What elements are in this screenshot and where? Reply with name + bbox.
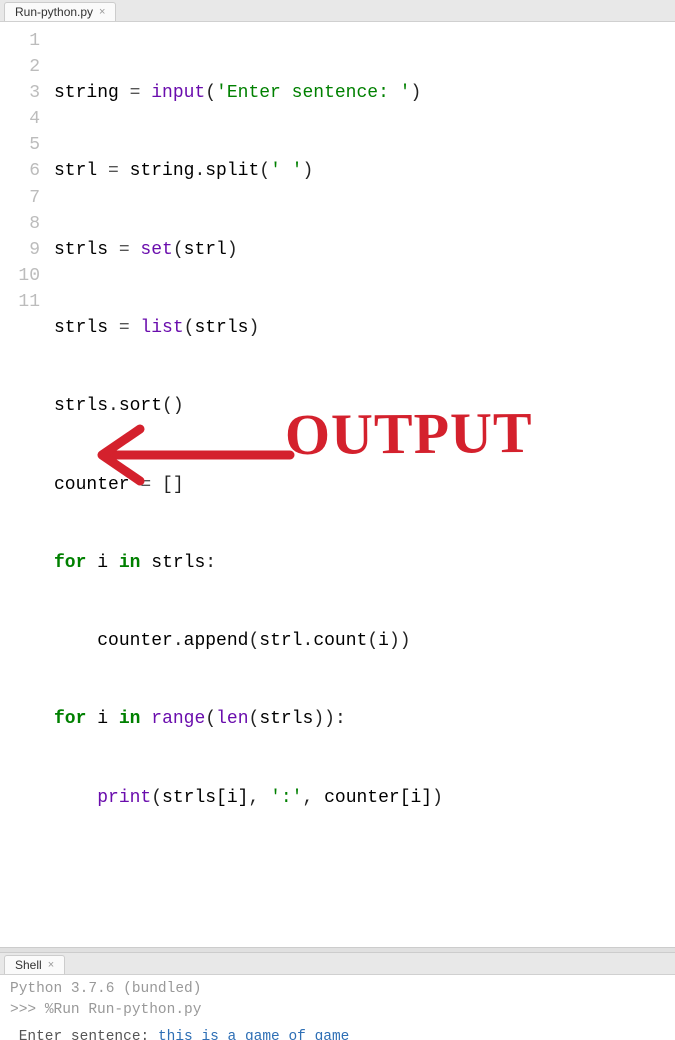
line-number: 4 (0, 106, 40, 132)
code-line[interactable]: strls.sort() (54, 393, 675, 419)
python-version: Python 3.7.6 (bundled) (10, 981, 201, 997)
shell-output[interactable]: Python 3.7.6 (bundled) >>> %Run Run-pyth… (0, 975, 675, 1040)
editor-tab-label: Run-python.py (15, 5, 93, 19)
line-number: 10 (0, 263, 40, 289)
code-line[interactable]: strl = string.split(' ') (54, 158, 675, 184)
shell-prompt: >>> (10, 1002, 45, 1018)
line-number: 11 (0, 289, 40, 315)
editor-tab[interactable]: Run-python.py × (4, 2, 116, 21)
code-line[interactable]: strls = list(strls) (54, 315, 675, 341)
close-icon[interactable]: × (48, 960, 54, 971)
shell-tab-bar: Shell × (0, 953, 675, 975)
line-number: 2 (0, 54, 40, 80)
shell-tab[interactable]: Shell × (4, 955, 65, 974)
line-number: 8 (0, 211, 40, 237)
line-number: 7 (0, 185, 40, 211)
code-line[interactable]: for i in strls: (54, 550, 675, 576)
code-body[interactable]: string = input('Enter sentence: ') strl … (50, 28, 675, 941)
line-number: 3 (0, 80, 40, 106)
code-line[interactable]: string = input('Enter sentence: ') (54, 80, 675, 106)
user-input: this is a game of game (158, 1029, 349, 1040)
stdin-line: Enter sentence: this is a game of game (10, 1027, 665, 1040)
code-editor[interactable]: 1 2 3 4 5 6 7 8 9 10 11 string = input('… (0, 22, 675, 947)
code-line[interactable]: print(strls[i], ':', counter[i]) (54, 785, 675, 811)
editor-tab-bar: Run-python.py × (0, 0, 675, 22)
editor-pane: Run-python.py × 1 2 3 4 5 6 7 8 9 10 11 … (0, 0, 675, 947)
code-line[interactable]: strls = set(strl) (54, 237, 675, 263)
shell-command: %Run Run-python.py (45, 1002, 202, 1018)
line-number: 5 (0, 132, 40, 158)
code-line[interactable] (54, 863, 675, 889)
close-icon[interactable]: × (99, 7, 105, 18)
line-gutter: 1 2 3 4 5 6 7 8 9 10 11 (0, 28, 50, 941)
shell-pane: Shell × Python 3.7.6 (bundled) >>> %Run … (0, 953, 675, 1040)
shell-content: Python 3.7.6 (bundled) >>> %Run Run-pyth… (10, 979, 665, 1040)
code-line[interactable]: for i in range(len(strls)): (54, 706, 675, 732)
line-number: 1 (0, 28, 40, 54)
code-line[interactable]: counter = [] (54, 472, 675, 498)
line-number: 9 (0, 237, 40, 263)
shell-tab-label: Shell (15, 958, 42, 972)
code-line[interactable]: counter.append(strl.count(i)) (54, 628, 675, 654)
line-number: 6 (0, 158, 40, 184)
